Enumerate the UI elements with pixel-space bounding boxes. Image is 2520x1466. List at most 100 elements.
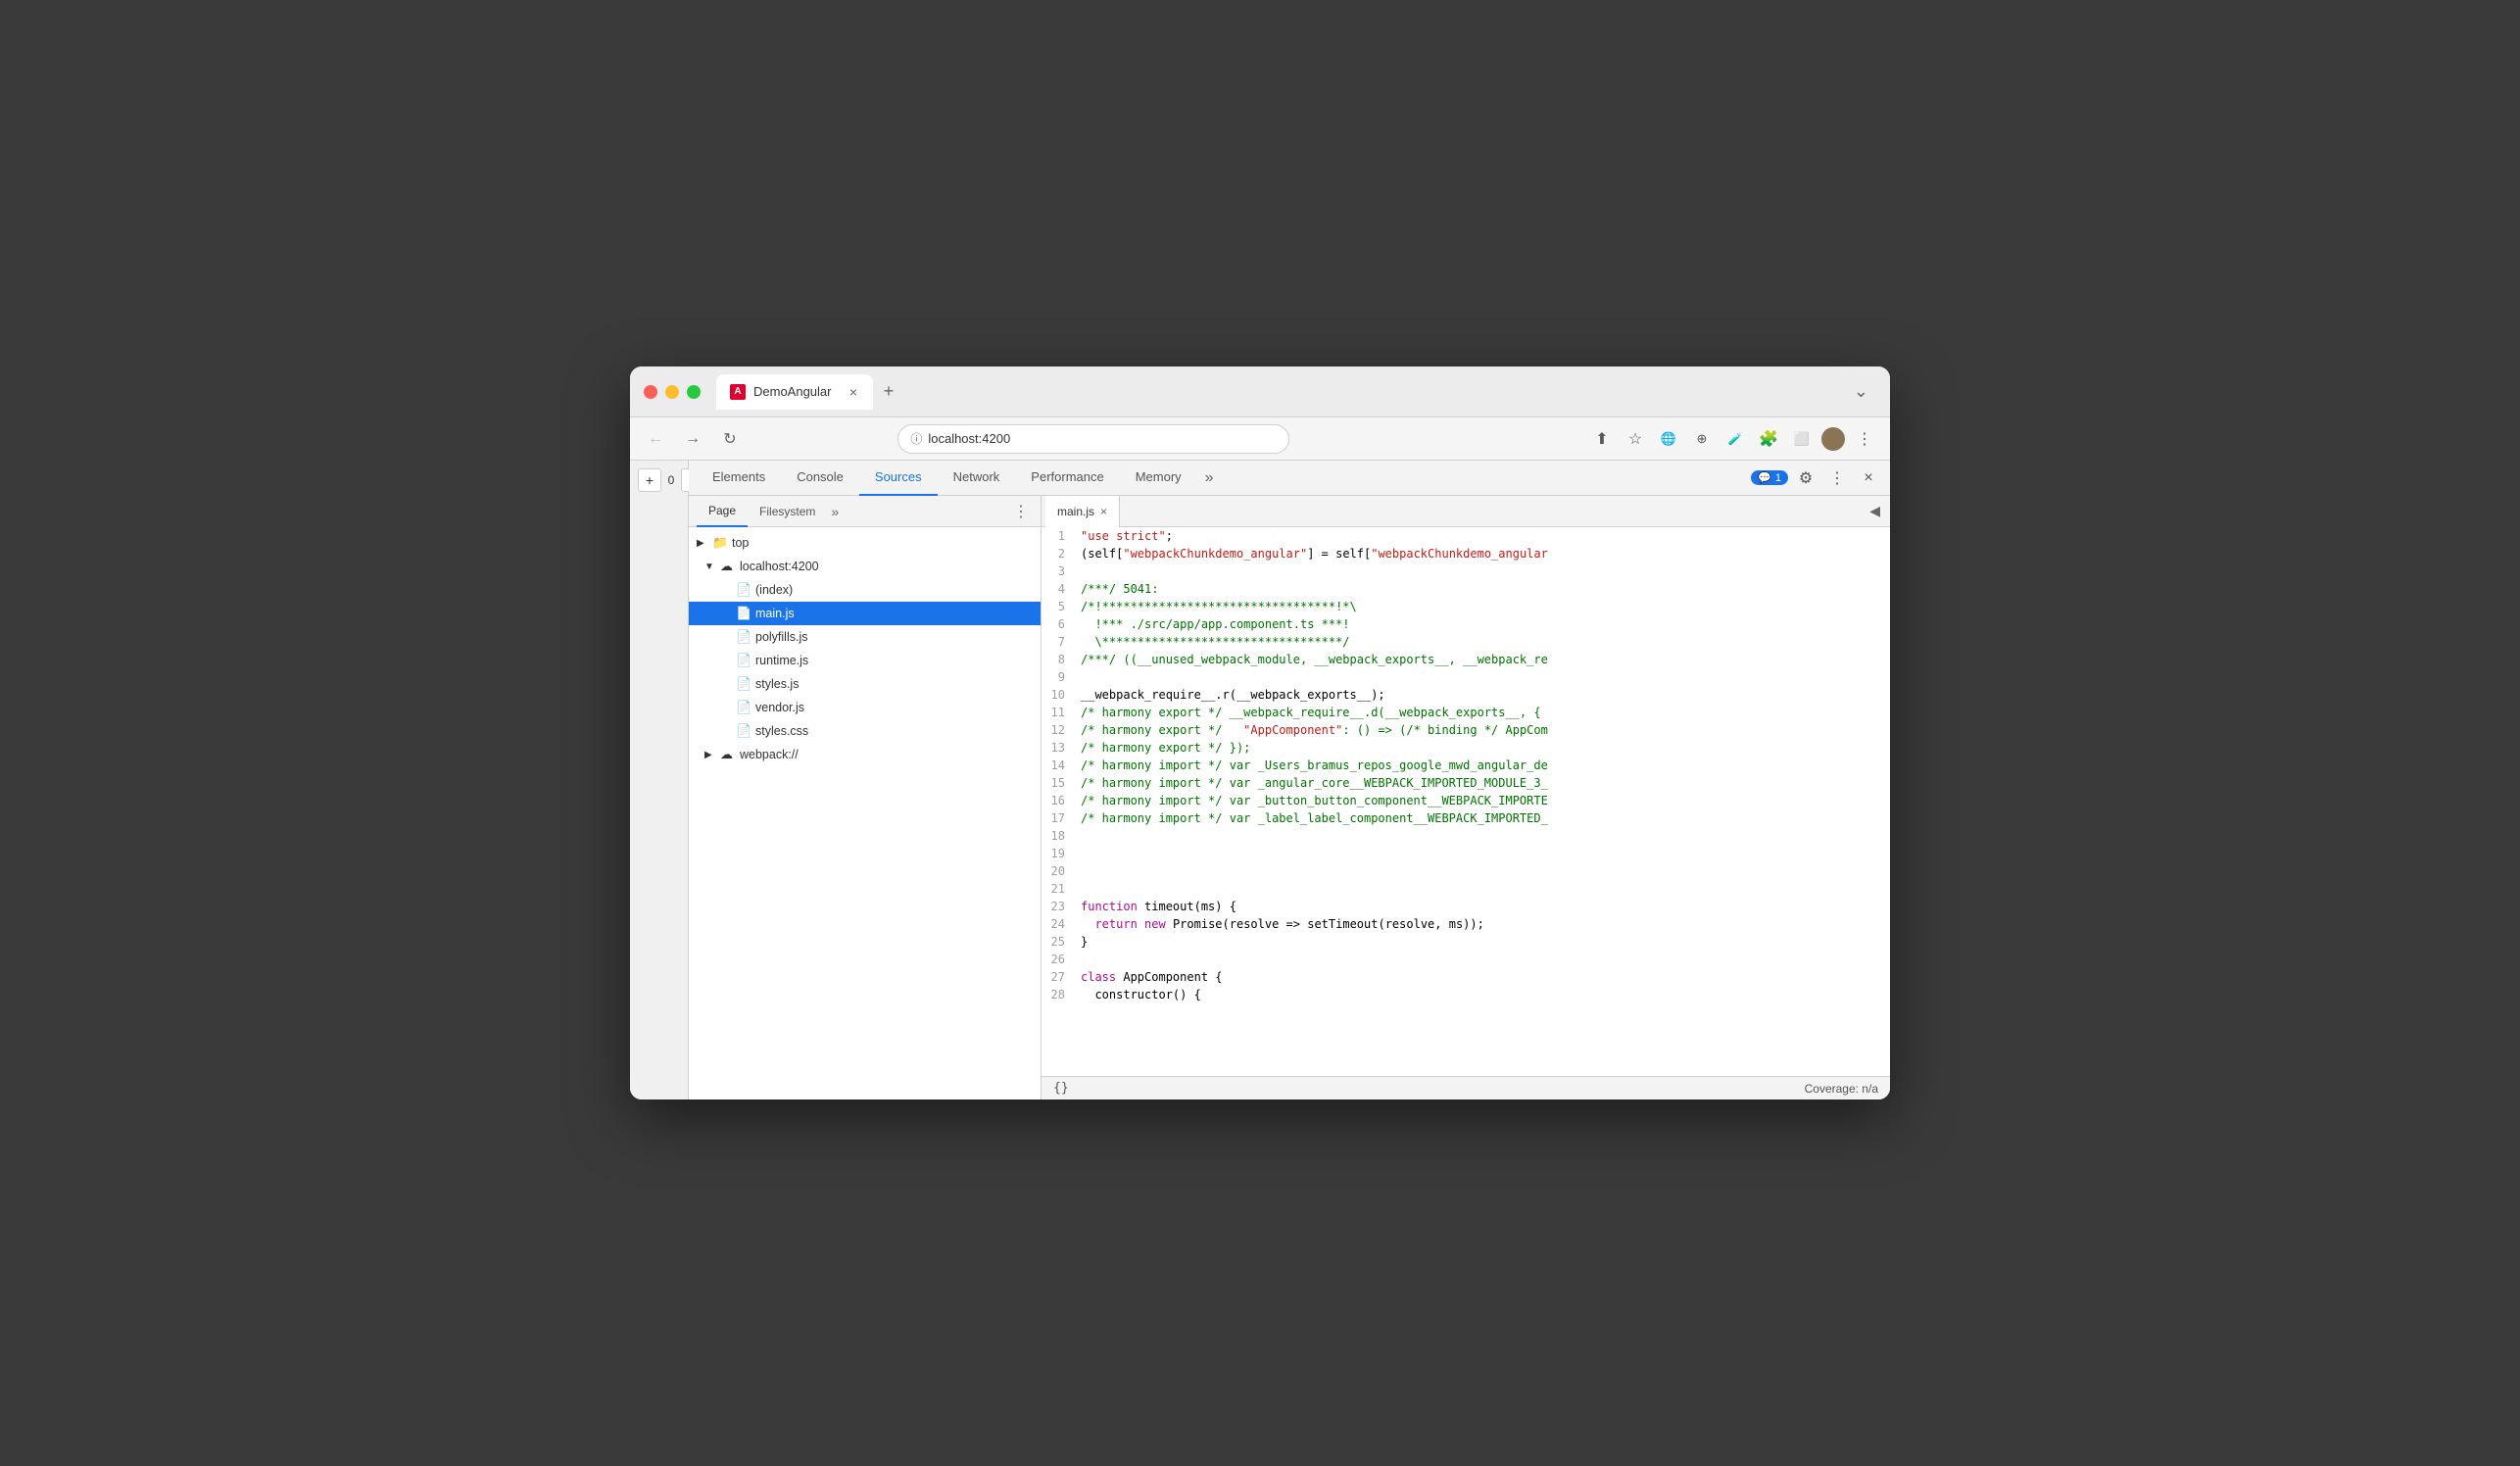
tree-label-top: top [732,536,749,550]
tree-item-stylescss[interactable]: 📄 styles.css [689,719,1041,743]
refresh-button[interactable]: ↻ [716,425,744,453]
code-line: 8 /***/ ((__unused_webpack_module, __web… [1042,651,1890,668]
tree-label-stylesjs: styles.js [755,677,799,691]
browser-window: A DemoAngular × + ⌄ ← → ↻ ⓘ localhost:42… [630,366,1890,1100]
extension-button-1[interactable]: ⊕ [1688,425,1716,453]
file-icon-mainjs: 📄 [736,606,751,621]
code-line: 14 /* harmony import */ var _Users_bramu… [1042,757,1890,774]
code-line: 1 "use strict"; [1042,527,1890,545]
code-bottom-bar: {} Coverage: n/a [1042,1076,1890,1100]
sources-panel: Page Filesystem » ⋮ ▶ 📁 top [689,496,1890,1100]
forward-button[interactable]: → [679,425,706,453]
devtools-panel: Elements Console Sources Network Perform… [689,461,1890,1100]
file-icon-stylesjs: 📄 [736,676,751,692]
code-line: 25 } [1042,933,1890,951]
tab-sources[interactable]: Sources [859,461,938,496]
tree-item-vendor[interactable]: 📄 vendor.js [689,696,1041,719]
back-button[interactable]: ← [642,425,669,453]
cloud-icon-webpack: ☁ [720,747,736,762]
file-tree-tab-page[interactable]: Page [697,496,748,527]
code-line: 10 __webpack_require__.r(__webpack_expor… [1042,686,1890,704]
more-options-button[interactable]: ⋮ [1823,464,1851,492]
tab-network[interactable]: Network [938,461,1016,496]
extension-button-3[interactable]: 🧩 [1755,425,1782,453]
bookmark-button[interactable]: ☆ [1622,425,1649,453]
tab-bar: A DemoAngular × + ⌄ [716,374,1876,410]
zoom-in-button[interactable]: + [638,468,661,492]
curly-braces-icon: {} [1053,1081,1069,1096]
chrome-menu-button[interactable]: ⋮ [1851,425,1878,453]
file-icon-runtime: 📄 [736,653,751,668]
tree-item-index[interactable]: 📄 (index) [689,578,1041,602]
collapse-sources-button[interactable]: ◀ [1864,503,1886,519]
tab-list-button[interactable]: ⌄ [1846,377,1876,406]
tab-performance[interactable]: Performance [1015,461,1119,496]
code-line: 27 class AppComponent { [1042,968,1890,986]
file-tree-tab-filesystem[interactable]: Filesystem [748,496,827,527]
new-tab-button[interactable]: + [873,376,904,408]
code-line: 24 return new Promise(resolve => setTime… [1042,915,1890,933]
file-tree-more-button[interactable]: » [827,504,843,519]
code-line: 12 /* harmony export */ "AppComponent": … [1042,721,1890,739]
file-icon-polyfills: 📄 [736,629,751,645]
code-line: 17 /* harmony import */ var _label_label… [1042,809,1890,827]
tree-item-polyfills[interactable]: 📄 polyfills.js [689,625,1041,649]
format-button[interactable]: {} [1053,1081,1069,1096]
code-tabs: main.js × ◀ [1042,496,1890,527]
file-tree: ▶ 📁 top ▼ ☁ localhost:4200 [689,527,1041,1100]
code-line: 18 [1042,827,1890,845]
tab-console[interactable]: Console [781,461,859,496]
url-text: localhost:4200 [928,431,1010,446]
tree-item-runtime[interactable]: 📄 runtime.js [689,649,1041,672]
tab-elements[interactable]: Elements [697,461,781,496]
console-badge[interactable]: 💬 1 [1751,470,1788,485]
code-line: 4 /***/ 5041: [1042,580,1890,598]
code-tab-close-button[interactable]: × [1100,505,1107,518]
extension-button-2[interactable]: 🧪 [1721,425,1749,453]
url-bar[interactable]: ⓘ localhost:4200 [897,424,1289,454]
tab-close-button[interactable]: × [848,382,859,402]
tree-item-webpack[interactable]: ▶ ☁ webpack:// [689,743,1041,766]
tree-item-top[interactable]: ▶ 📁 top [689,531,1041,555]
code-line: 2 (self["webpackChunkdemo_angular"] = se… [1042,545,1890,562]
address-bar: ← → ↻ ⓘ localhost:4200 ⬆ ☆ 🌐 ⊕ 🧪 🧩 ⬜ ⋮ [630,417,1890,461]
tree-label-index: (index) [755,583,793,597]
file-icon-stylescss: 📄 [736,723,751,739]
close-devtools-button[interactable]: × [1855,464,1882,492]
tree-label-polyfills: polyfills.js [755,630,808,644]
file-tree-menu-button[interactable]: ⋮ [1009,502,1033,521]
code-line: 23 function timeout(ms) { [1042,898,1890,915]
layout-button[interactable]: ⬜ [1788,425,1816,453]
maximize-button[interactable] [687,385,701,399]
tree-item-stylesjs[interactable]: 📄 styles.js [689,672,1041,696]
tree-label-runtime: runtime.js [755,654,808,667]
more-tabs-button[interactable]: » [1197,469,1222,487]
minimize-button[interactable] [665,385,679,399]
share-button[interactable]: ⬆ [1588,425,1616,453]
tree-item-mainjs[interactable]: 📄 main.js [689,602,1041,625]
file-tree-tabs: Page Filesystem » ⋮ [689,496,1041,527]
tree-label-localhost: localhost:4200 [740,560,819,573]
translate-button[interactable]: 🌐 [1655,425,1682,453]
tab-memory[interactable]: Memory [1120,461,1197,496]
code-line: 6 !*** ./src/app/app.component.ts ***! [1042,615,1890,633]
tree-item-localhost[interactable]: ▼ ☁ localhost:4200 [689,555,1041,578]
close-button[interactable] [644,385,657,399]
code-content[interactable]: 1 "use strict"; 2 (self["webpackChunkdem… [1042,527,1890,1076]
code-line: 16 /* harmony import */ var _button_butt… [1042,792,1890,809]
badge-icon: 💬 [1758,471,1771,484]
code-editor-panel: main.js × ◀ 1 "use strict"; 2 [1042,496,1890,1100]
tree-label-webpack: webpack:// [740,748,799,761]
code-tab-mainjs[interactable]: main.js × [1045,496,1120,527]
tree-arrow-localhost: ▼ [704,562,716,572]
browser-tab[interactable]: A DemoAngular × [716,374,873,410]
devtools-actions: 💬 1 ⚙ ⋮ × [1751,464,1882,492]
settings-button[interactable]: ⚙ [1792,464,1819,492]
profile-avatar[interactable] [1821,427,1845,451]
code-line: 26 [1042,951,1890,968]
coverage-info: Coverage: n/a [1805,1082,1878,1096]
tree-arrow-top: ▶ [697,538,708,549]
code-tab-label: main.js [1057,505,1094,518]
title-bar: A DemoAngular × + ⌄ [630,366,1890,417]
tree-label-vendor: vendor.js [755,701,804,714]
